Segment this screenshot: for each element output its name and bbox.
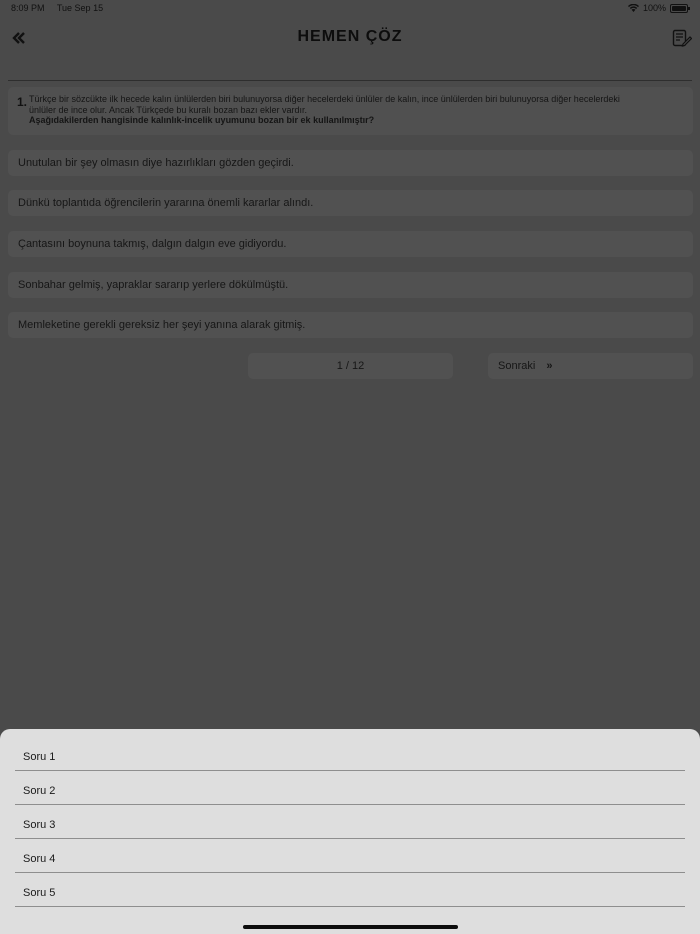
status-date: Tue Sep 15 [56,3,104,13]
sheet-item-soru-2[interactable]: Soru 2 [15,771,685,805]
status-left: 8:09 PM Tue Sep 15 [11,3,113,13]
question-card: 1. Türkçe bir sözcükte ilk hecede kalın … [8,87,693,135]
answer-option-c[interactable]: Çantasını boynuna takmış, dalgın dalgın … [8,231,693,257]
header-divider [8,80,692,81]
sheet-item-label: Soru 1 [23,751,56,763]
home-indicator[interactable] [243,925,458,929]
question-text-line: Türkçe bir sözcükte ilk hecede kalın ünl… [29,94,620,104]
navigation-bar: HEMEN ÇÖZ [0,18,700,62]
status-time: 8:09 PM [11,3,45,13]
question-number: 1. [17,95,28,109]
page-title: HEMEN ÇÖZ [297,28,403,45]
sheet-item-label: Soru 2 [23,785,56,797]
status-bar: 8:09 PM Tue Sep 15 100% [0,0,700,18]
notepad-pencil-icon [672,29,693,47]
sheet-item-label: Soru 4 [23,853,56,865]
answer-option-e[interactable]: Memleketine gerekli gereksiz her şeyi ya… [8,312,693,338]
question-prompt: Aşağıdakilerden hangisinde kalınlık-ince… [29,115,375,125]
status-right: 100% [627,3,690,13]
answer-option-b[interactable]: Dünkü toplantıda öğrencilerin yararına ö… [8,190,693,216]
question-text: Türkçe bir sözcükte ilk hecede kalın ünl… [29,94,683,126]
question-picker-sheet: Soru 1 Soru 2 Soru 3 Soru 4 Soru 5 [0,729,700,934]
answer-option-d[interactable]: Sonbahar gelmiş, yapraklar sararıp yerle… [8,272,693,298]
question-text-line: ünlüler de ince olur. Ancak Türkçede bu … [29,104,307,115]
sheet-item-soru-3[interactable]: Soru 3 [15,805,685,839]
sheet-item-soru-4[interactable]: Soru 4 [15,839,685,873]
double-chevron-right-icon: » [546,360,553,372]
battery-icon [670,3,690,13]
sheet-item-label: Soru 3 [23,819,56,831]
battery-percent: 100% [642,3,666,13]
sheet-item-soru-5[interactable]: Soru 5 [15,873,685,907]
sheet-item-label: Soru 5 [23,887,56,899]
next-button-label: Sonraki [498,360,536,372]
next-button[interactable]: Sonraki » [488,353,693,379]
notes-button[interactable] [672,28,693,50]
sheet-item-soru-1[interactable]: Soru 1 [15,737,685,771]
answer-option-a[interactable]: Unutulan bir şey olmasın diye hazırlıkla… [8,150,693,176]
page-indicator-label: 1 / 12 [336,360,365,372]
wifi-icon [627,4,639,12]
page-indicator-button[interactable]: 1 / 12 [248,353,453,379]
